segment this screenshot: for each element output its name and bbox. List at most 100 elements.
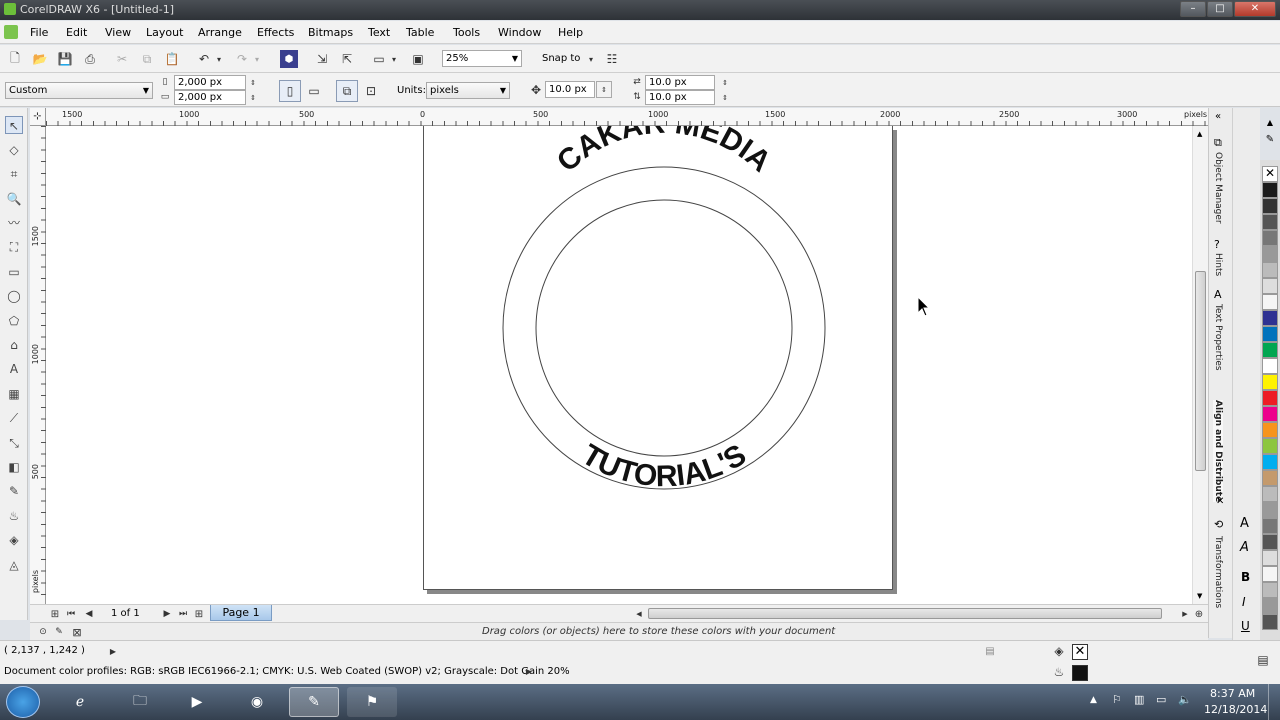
color-proof-icon[interactable]: ▤ bbox=[1254, 651, 1272, 669]
all-pages-icon[interactable]: ⧉ bbox=[336, 80, 358, 102]
interactive-effects-icon[interactable]: ◧ bbox=[5, 458, 23, 476]
menu-edit[interactable]: Edit bbox=[66, 26, 87, 39]
scroll-up-icon[interactable]: ▲ bbox=[1197, 130, 1202, 138]
action-center-icon[interactable]: ⚐ bbox=[1112, 693, 1122, 706]
file-explorer-icon[interactable]: 🗀 bbox=[115, 687, 165, 717]
show-desktop-button[interactable] bbox=[1268, 684, 1280, 720]
menu-layout[interactable]: Layout bbox=[146, 26, 183, 39]
nudge-distance-input[interactable]: 10.0 px bbox=[545, 81, 595, 98]
table-tool-icon[interactable]: ▦ bbox=[5, 385, 23, 403]
undo-icon[interactable]: ↶ bbox=[195, 50, 213, 68]
menu-tools[interactable]: Tools bbox=[453, 26, 480, 39]
close-button[interactable]: ✕ bbox=[1234, 1, 1276, 17]
palette-options-icon[interactable]: ✎ bbox=[1262, 134, 1278, 150]
vertical-scrollbar[interactable]: ▲ ▼ bbox=[1192, 126, 1208, 604]
polygon-tool-icon[interactable]: ⬠ bbox=[5, 312, 23, 330]
object-manager-icon[interactable]: ⧉ bbox=[1214, 136, 1222, 150]
close-docker-icon[interactable]: ✕ bbox=[1216, 496, 1224, 507]
no-color-icon[interactable]: ⊠ bbox=[68, 623, 86, 641]
hints-icon[interactable]: ? bbox=[1214, 238, 1220, 251]
menu-table[interactable]: Table bbox=[406, 26, 434, 39]
dup-x-spinner-icon[interactable]: ⇕ bbox=[716, 75, 734, 90]
zoom-navigator-icon[interactable]: ⊕ bbox=[1190, 605, 1208, 623]
color-swatch[interactable] bbox=[1262, 598, 1278, 614]
menu-arrange[interactable]: Arrange bbox=[198, 26, 242, 39]
duplicate-x-input[interactable]: 10.0 px bbox=[645, 75, 715, 90]
coreldraw-taskbar-icon[interactable]: ✎ bbox=[289, 687, 339, 717]
palette-scroll-up[interactable]: ▲ bbox=[1262, 118, 1278, 132]
redo-icon[interactable]: ↷ bbox=[233, 50, 251, 68]
width-spinner-icon[interactable]: ⇕ bbox=[247, 75, 259, 90]
application-launcher-icon[interactable]: ▭ bbox=[370, 50, 388, 68]
color-swatch[interactable] bbox=[1262, 454, 1278, 470]
page-height-input[interactable]: 2,000 px bbox=[174, 90, 246, 105]
connector-tool-icon[interactable]: ⤡ bbox=[5, 434, 23, 452]
smart-fill-icon[interactable]: ⛶ bbox=[5, 238, 23, 256]
color-swatch[interactable] bbox=[1262, 566, 1278, 582]
landscape-icon[interactable]: ▭ bbox=[305, 82, 323, 100]
open-icon[interactable]: 📂 bbox=[31, 50, 49, 68]
inner-circle[interactable] bbox=[535, 199, 793, 457]
color-swatch[interactable] bbox=[1262, 342, 1278, 358]
paste-icon[interactable]: 📋 bbox=[163, 50, 181, 68]
drawing-canvas[interactable]: CAKAR MEDIA TUTORIAL'S bbox=[46, 126, 1196, 604]
save-icon[interactable]: 💾 bbox=[56, 50, 74, 68]
color-swatch[interactable] bbox=[1262, 422, 1278, 438]
print-icon[interactable]: ⎙ bbox=[81, 50, 99, 68]
start-button[interactable] bbox=[6, 686, 40, 718]
dimension-tool-icon[interactable]: ⟋ bbox=[5, 409, 23, 427]
color-swatch[interactable] bbox=[1262, 582, 1278, 598]
outline-pen-icon[interactable]: ♨ bbox=[5, 507, 23, 525]
collapse-docker-icon[interactable]: « bbox=[1215, 111, 1221, 122]
duplicate-y-input[interactable]: 10.0 px bbox=[645, 90, 715, 105]
horizontal-scroll-thumb[interactable] bbox=[648, 608, 1162, 619]
pick-tool-icon[interactable]: ↖ bbox=[5, 116, 23, 134]
color-swatch[interactable] bbox=[1262, 262, 1278, 278]
network-icon[interactable]: ▥ bbox=[1134, 693, 1144, 706]
document-page[interactable]: CAKAR MEDIA TUTORIAL'S bbox=[423, 126, 893, 590]
corel-capture-icon[interactable]: ⚑ bbox=[347, 687, 397, 717]
italic-icon[interactable]: I bbox=[1242, 595, 1246, 609]
horizontal-ruler[interactable]: 1500 1000 500 0 500 1000 1500 2000 2500 … bbox=[46, 108, 1208, 126]
height-spinner-icon[interactable]: ⇕ bbox=[247, 90, 259, 105]
status-expand-icon[interactable]: ▶ bbox=[104, 642, 122, 660]
current-page-icon[interactable]: ⊡ bbox=[362, 82, 380, 100]
undo-dropdown-icon[interactable]: ▾ bbox=[214, 50, 224, 68]
docker-tab-text-properties[interactable]: Text Properties bbox=[1213, 304, 1223, 371]
outer-circle[interactable] bbox=[502, 166, 826, 490]
launcher-dropdown-icon[interactable]: ▾ bbox=[389, 50, 399, 68]
search-content-icon[interactable]: ⬢ bbox=[280, 50, 298, 68]
fill-indicator-icon[interactable]: ◈ bbox=[1050, 642, 1068, 660]
export-icon[interactable]: ⇱ bbox=[338, 50, 356, 68]
scroll-down-icon[interactable]: ▼ bbox=[1197, 592, 1202, 600]
fill-color-swatch[interactable]: ✕ bbox=[1072, 644, 1088, 660]
color-swatch[interactable] bbox=[1262, 486, 1278, 502]
menu-bitmaps[interactable]: Bitmaps bbox=[308, 26, 353, 39]
ruler-origin[interactable]: ⊹ bbox=[30, 108, 46, 126]
underline-icon[interactable]: U bbox=[1241, 619, 1250, 633]
text-properties-icon[interactable]: A bbox=[1214, 288, 1222, 301]
menu-effects[interactable]: Effects bbox=[257, 26, 294, 39]
color-swatch[interactable] bbox=[1262, 502, 1278, 518]
maximize-button[interactable]: □ bbox=[1207, 1, 1233, 17]
page-preset-select[interactable]: Custom ▼ bbox=[5, 82, 153, 99]
snap-to-button[interactable]: Snap to bbox=[542, 53, 580, 64]
text-tool-icon[interactable]: A bbox=[5, 360, 23, 378]
portrait-icon[interactable]: ▯ bbox=[279, 80, 301, 102]
vertical-scroll-thumb[interactable] bbox=[1195, 271, 1206, 471]
eyedropper-tool-icon[interactable]: ✎ bbox=[5, 482, 23, 500]
menu-file[interactable]: File bbox=[30, 26, 48, 39]
docker-tab-transformations[interactable]: Transformations bbox=[1213, 536, 1223, 608]
basic-shapes-icon[interactable]: ⌂ bbox=[5, 336, 23, 354]
color-swatch[interactable] bbox=[1262, 438, 1278, 454]
scroll-left-icon[interactable]: ◀ bbox=[630, 605, 648, 623]
no-fill-swatch[interactable]: ✕ bbox=[1262, 166, 1278, 182]
docker-tab-object-manager[interactable]: Object Manager bbox=[1213, 152, 1223, 224]
document-color-tray[interactable]: ⊙ ✎ ⊠ Drag colors (or objects) here to s… bbox=[30, 622, 1208, 640]
color-swatch[interactable] bbox=[1262, 550, 1278, 566]
add-page-after-icon[interactable]: ⊞ bbox=[190, 605, 208, 623]
copy-icon[interactable]: ⧉ bbox=[138, 50, 156, 68]
clock-time[interactable]: 8:37 AM bbox=[1210, 687, 1255, 700]
color-swatch[interactable] bbox=[1262, 470, 1278, 486]
internet-explorer-icon[interactable]: ℯ bbox=[55, 687, 105, 717]
